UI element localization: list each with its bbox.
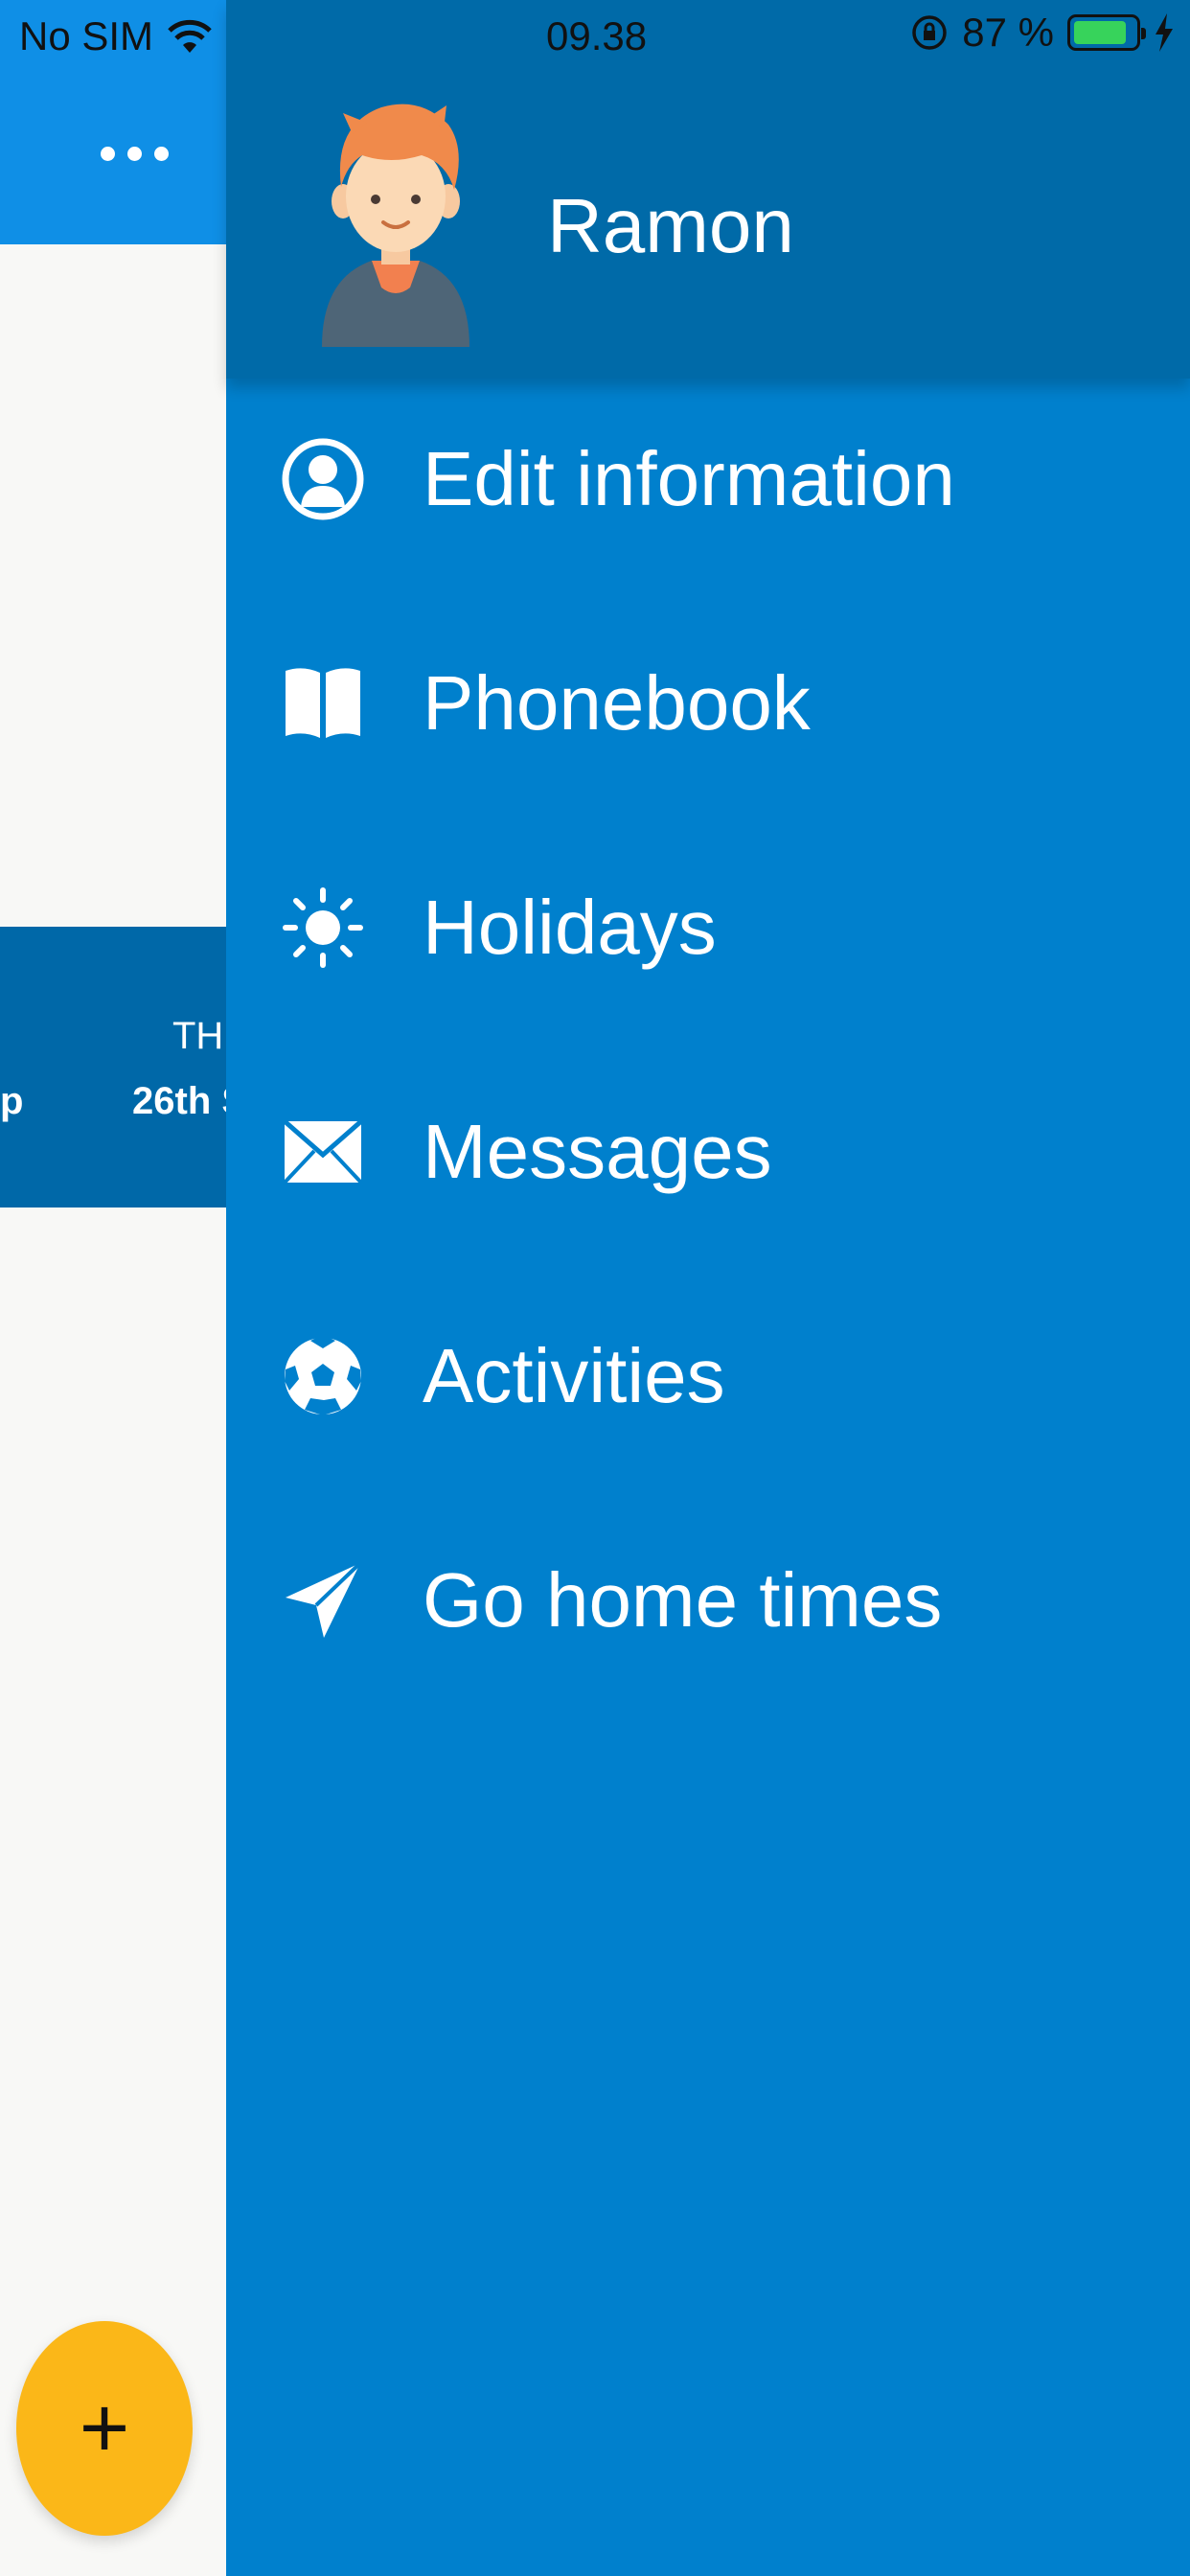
- battery-tip: [1141, 28, 1146, 39]
- menu-item-phonebook[interactable]: Phonebook: [226, 608, 1190, 799]
- menu-label-activities: Activities: [423, 1333, 725, 1418]
- battery-icon: [1067, 14, 1146, 51]
- soccer-ball-icon: [282, 1335, 364, 1417]
- partial-label: p: [0, 1080, 24, 1122]
- sun-icon: [282, 886, 364, 969]
- user-name: Ramon: [547, 183, 794, 268]
- add-button[interactable]: +: [16, 2321, 193, 2536]
- menu-item-edit-information[interactable]: Edit information: [226, 383, 1190, 575]
- wifi-icon: [168, 19, 212, 53]
- menu-item-go-home-times[interactable]: Go home times: [226, 1505, 1190, 1696]
- carrier-indicator: No SIM: [19, 13, 213, 59]
- menu-label-edit-information: Edit information: [423, 436, 955, 521]
- charging-bolt-icon: [1156, 13, 1173, 52]
- date-band: p TH 26th S: [0, 927, 226, 1208]
- navigation-drawer: Ramon Edit information Phonebook Holiday…: [226, 0, 1190, 2576]
- content-area: [0, 244, 226, 925]
- envelope-icon: [282, 1111, 364, 1193]
- menu-item-holidays[interactable]: Holidays: [226, 832, 1190, 1024]
- plus-icon: +: [79, 2380, 130, 2476]
- carrier-label: No SIM: [19, 13, 154, 58]
- menu-item-activities[interactable]: Activities: [226, 1280, 1190, 1472]
- more-options-icon[interactable]: [101, 147, 169, 161]
- menu-label-messages: Messages: [423, 1109, 772, 1194]
- avatar: [322, 104, 469, 347]
- user-icon: [282, 438, 364, 520]
- status-bar: No SIM 09.38 87 %: [0, 0, 1190, 77]
- book-icon: [282, 662, 364, 745]
- clock: 09.38: [546, 13, 648, 58]
- menu-label-go-home-times: Go home times: [423, 1557, 943, 1643]
- battery-fill: [1074, 21, 1126, 44]
- status-right: 87 %: [910, 10, 1175, 56]
- menu-label-phonebook: Phonebook: [423, 660, 811, 746]
- date-label: 26th S: [132, 1080, 226, 1122]
- battery-percentage: 87 %: [962, 10, 1054, 55]
- orientation-lock-icon: [912, 15, 948, 50]
- menu-label-holidays: Holidays: [423, 885, 717, 970]
- day-label: TH: [172, 1015, 224, 1057]
- menu-item-messages[interactable]: Messages: [226, 1056, 1190, 1248]
- paper-plane-icon: [282, 1559, 364, 1642]
